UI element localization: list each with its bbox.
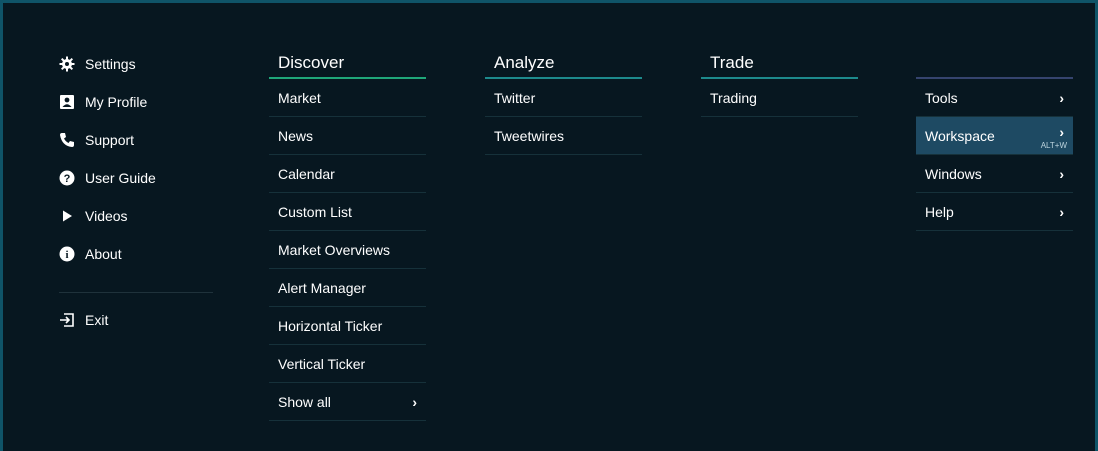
my-profile-label: My Profile bbox=[85, 94, 148, 110]
question-circle-icon: ? bbox=[59, 170, 75, 186]
chevron-right-icon: › bbox=[1059, 203, 1064, 220]
support-label: Support bbox=[85, 132, 135, 148]
menu-item-label: Alert Manager bbox=[278, 279, 366, 296]
user-guide-item[interactable]: ? User Guide bbox=[59, 159, 213, 197]
menu-item-label: Workspace bbox=[925, 127, 995, 144]
menu-item-label: Horizontal Ticker bbox=[278, 317, 383, 334]
menu-item-label: Twitter bbox=[494, 89, 536, 106]
menu-item-alert-manager[interactable]: Alert Manager bbox=[269, 269, 426, 307]
menu-item-workspace[interactable]: Workspace › ALT+W bbox=[916, 117, 1073, 155]
more-column: Tools › Workspace › ALT+W Windows › Help… bbox=[916, 51, 1073, 231]
menu-item-label: Market Overviews bbox=[278, 241, 391, 258]
profile-card-icon bbox=[59, 94, 75, 110]
phone-icon bbox=[59, 132, 75, 148]
chevron-right-icon: › bbox=[412, 393, 417, 410]
discover-header: Discover bbox=[269, 51, 426, 79]
exit-icon bbox=[59, 312, 75, 328]
utility-menu: Settings My Profile Support ? User Guide… bbox=[59, 45, 213, 339]
about-item[interactable]: i About bbox=[59, 235, 213, 273]
menu-item-label: Windows bbox=[925, 165, 982, 182]
gear-icon bbox=[59, 56, 75, 72]
menu-item-label: Tools bbox=[925, 89, 958, 106]
play-icon bbox=[59, 208, 75, 224]
menu-item-news[interactable]: News bbox=[269, 117, 426, 155]
menu-item-market[interactable]: Market bbox=[269, 79, 426, 117]
svg-text:i: i bbox=[65, 249, 68, 261]
menu-item-label: News bbox=[278, 127, 314, 144]
videos-item[interactable]: Videos bbox=[59, 197, 213, 235]
keyboard-shortcut: ALT+W bbox=[1040, 141, 1067, 150]
menu-item-help[interactable]: Help › bbox=[916, 193, 1073, 231]
menu-item-tweetwires[interactable]: Tweetwires bbox=[485, 117, 642, 155]
svg-text:?: ? bbox=[64, 173, 71, 185]
menu-item-label: Trading bbox=[710, 89, 757, 106]
analyze-column: Analyze Twitter Tweetwires bbox=[485, 51, 642, 155]
menu-item-market-overviews[interactable]: Market Overviews bbox=[269, 231, 426, 269]
support-item[interactable]: Support bbox=[59, 121, 213, 159]
more-header bbox=[916, 51, 1073, 79]
trade-column: Trade Trading bbox=[701, 51, 858, 117]
videos-label: Videos bbox=[85, 208, 128, 224]
settings-item[interactable]: Settings bbox=[59, 45, 213, 83]
menu-item-custom-list[interactable]: Custom List bbox=[269, 193, 426, 231]
exit-item[interactable]: Exit bbox=[59, 301, 213, 339]
user-guide-label: User Guide bbox=[85, 170, 156, 186]
menu-item-calendar[interactable]: Calendar bbox=[269, 155, 426, 193]
menu-item-windows[interactable]: Windows › bbox=[916, 155, 1073, 193]
discover-column: Discover Market News Calendar Custom Lis… bbox=[269, 51, 426, 421]
menu-item-label: Vertical Ticker bbox=[278, 355, 366, 372]
settings-label: Settings bbox=[85, 56, 136, 72]
my-profile-item[interactable]: My Profile bbox=[59, 83, 213, 121]
menu-item-label: Help bbox=[925, 203, 954, 220]
menu-item-tools[interactable]: Tools › bbox=[916, 79, 1073, 117]
trade-header: Trade bbox=[701, 51, 858, 79]
chevron-right-icon: › bbox=[1059, 89, 1064, 106]
exit-label: Exit bbox=[85, 312, 109, 328]
utility-divider bbox=[59, 292, 213, 293]
menu-item-label: Custom List bbox=[278, 203, 352, 220]
menu-item-label: Calendar bbox=[278, 165, 335, 182]
analyze-header: Analyze bbox=[485, 51, 642, 79]
menu-item-label: Market bbox=[278, 89, 321, 106]
menu-item-label: Tweetwires bbox=[494, 127, 565, 144]
menu-item-vertical-ticker[interactable]: Vertical Ticker bbox=[269, 345, 426, 383]
main-menu-panel: Settings My Profile Support ? User Guide… bbox=[0, 0, 1098, 451]
menu-item-label: Show all bbox=[278, 393, 331, 410]
menu-item-show-all[interactable]: Show all › bbox=[269, 383, 426, 421]
about-label: About bbox=[85, 246, 122, 262]
menu-item-trading[interactable]: Trading bbox=[701, 79, 858, 117]
menu-item-horizontal-ticker[interactable]: Horizontal Ticker bbox=[269, 307, 426, 345]
chevron-right-icon: › bbox=[1059, 165, 1064, 182]
chevron-right-icon: › bbox=[1059, 123, 1064, 140]
info-circle-icon: i bbox=[59, 246, 75, 262]
menu-item-twitter[interactable]: Twitter bbox=[485, 79, 642, 117]
